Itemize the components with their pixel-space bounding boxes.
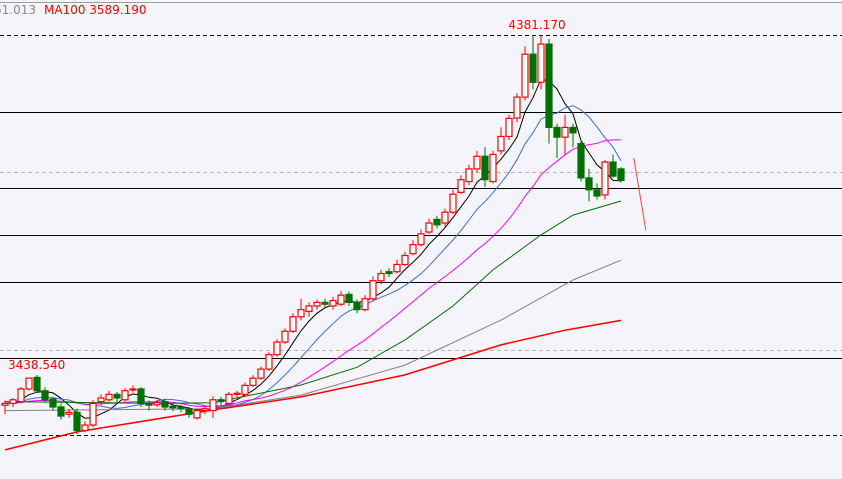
candle-up: [441, 211, 449, 224]
candle-down: [169, 405, 177, 409]
candle-down: [385, 271, 393, 275]
candle-up: [129, 388, 137, 391]
candle-up: [537, 43, 545, 83]
candle-down: [41, 390, 49, 401]
candle-up: [409, 244, 417, 255]
candle-up: [81, 424, 89, 432]
candle-up: [25, 377, 33, 390]
candle-down: [585, 177, 593, 191]
candle-down: [321, 301, 329, 305]
candle-up: [249, 377, 257, 386]
candle-up: [121, 390, 129, 401]
candle-up: [425, 222, 433, 233]
candle-down: [553, 126, 561, 138]
price-annotation: 3438.540: [8, 358, 65, 372]
candle-up: [297, 308, 305, 318]
candle-up: [153, 402, 161, 406]
candle-down: [609, 161, 617, 177]
candle-down: [577, 143, 585, 179]
candle-down: [49, 398, 57, 408]
candle-up: [377, 272, 385, 282]
candle-up: [1, 402, 9, 406]
candle-up: [193, 410, 201, 419]
candle-up: [305, 305, 313, 312]
candle-up: [473, 155, 481, 170]
candle-up: [513, 96, 521, 119]
candle-up: [289, 316, 297, 332]
chart-canvas: 4381.170 3438.540: [0, 18, 842, 451]
candle-up: [9, 399, 17, 404]
candle-down: [161, 400, 169, 408]
legend-prev-value: 61.013: [0, 3, 36, 17]
candlestick-chart: 4381.170 3438.540 61.013 MA100 3589.190: [0, 0, 842, 479]
candle-down: [617, 168, 625, 182]
candle-down: [73, 411, 81, 432]
candle-up: [65, 411, 73, 415]
candle-up: [401, 254, 409, 266]
candle-up: [369, 280, 377, 300]
candle-down: [177, 406, 185, 410]
candle-up: [457, 179, 465, 193]
candle-up: [89, 402, 97, 426]
candle-down: [353, 301, 361, 311]
candle-up: [241, 384, 249, 395]
candle-down: [569, 126, 577, 134]
candle-up: [601, 161, 609, 196]
candle-up: [561, 126, 569, 138]
candle-up: [465, 168, 473, 183]
candle-down: [217, 399, 225, 403]
candle-up: [449, 193, 457, 213]
candle-up: [361, 298, 369, 311]
candle-up: [265, 354, 273, 370]
candle-up: [201, 408, 209, 412]
candle-up: [497, 135, 505, 152]
candle-down: [113, 393, 121, 399]
trend-arrow: [633, 157, 647, 231]
ma10-line: [4, 105, 622, 409]
candle-up: [97, 397, 105, 403]
candle-up: [105, 393, 113, 401]
price-annotation: 4381.170: [508, 18, 565, 32]
candle-up: [329, 299, 337, 307]
candle-down: [145, 402, 153, 406]
candle-up: [489, 153, 497, 183]
candle-up: [313, 301, 321, 307]
candle-up: [17, 388, 25, 403]
candle-down: [545, 43, 553, 129]
ma5-line: [4, 78, 622, 419]
candle-up: [209, 399, 217, 412]
candle-up: [393, 263, 401, 273]
legend-ma100: MA100 3589.190: [44, 3, 147, 17]
ma100-line: [4, 319, 622, 451]
candle-down: [137, 388, 145, 404]
ma-legend: 61.013 MA100 3589.190: [0, 3, 147, 17]
candle-down: [481, 155, 489, 181]
candle-down: [345, 293, 353, 303]
candle-down: [593, 189, 601, 197]
candle-down: [33, 376, 41, 392]
ma20-line: [4, 139, 621, 408]
candle-down: [433, 218, 441, 226]
candle-up: [281, 330, 289, 343]
candle-up: [417, 233, 425, 246]
candle-up: [257, 368, 265, 379]
candle-up: [337, 294, 345, 305]
candle-up: [505, 117, 513, 138]
candle-up: [225, 393, 233, 404]
candle-down: [529, 53, 537, 83]
candle-up: [521, 53, 529, 98]
candle-down: [57, 406, 65, 417]
candle-up: [233, 392, 241, 395]
candle-up: [273, 341, 281, 356]
ma30-line: [4, 200, 622, 404]
candle-down: [185, 408, 193, 415]
